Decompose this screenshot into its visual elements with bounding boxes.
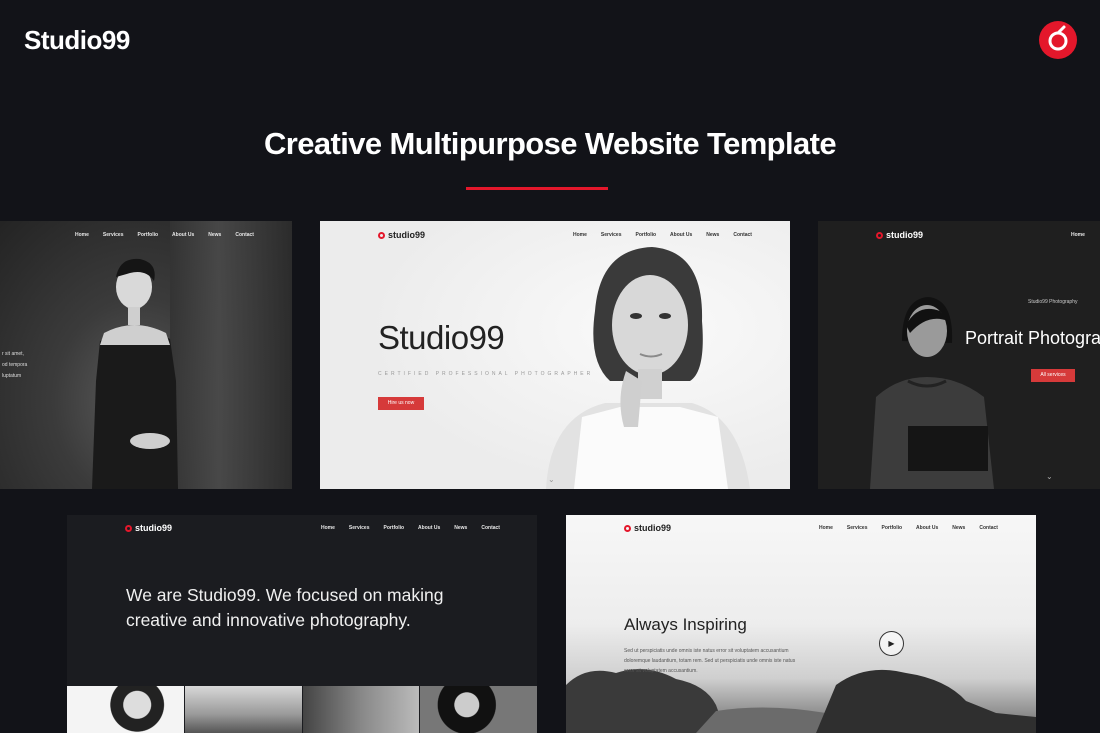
- nav-contact[interactable]: Contact: [235, 232, 254, 238]
- nav-portfolio[interactable]: Portfolio: [383, 525, 404, 531]
- chevron-down-icon[interactable]: ⌄: [548, 475, 555, 484]
- photo-thumb[interactable]: [420, 686, 537, 733]
- flower-logo-icon: [624, 524, 631, 532]
- nav-home[interactable]: Home: [1071, 232, 1085, 238]
- nav-contact[interactable]: Contact: [979, 525, 998, 531]
- play-icon[interactable]: ▶: [879, 631, 904, 656]
- headline-underline: [466, 187, 608, 190]
- hire-us-button[interactable]: Hire us now: [378, 397, 424, 410]
- portrait-photo: [818, 221, 1100, 489]
- nav-home[interactable]: Home: [819, 525, 833, 531]
- nav-home[interactable]: Home: [321, 525, 335, 531]
- preview-dark-fashion[interactable]: Home Services Portfolio About Us News Co…: [0, 221, 292, 489]
- preview-logo[interactable]: studio99: [378, 230, 425, 240]
- preview-nav: Home Services Portfolio About Us News Co…: [573, 232, 752, 238]
- section-title: Always Inspiring: [624, 615, 747, 634]
- nav-services[interactable]: Services: [103, 232, 124, 238]
- nav-news[interactable]: News: [706, 232, 719, 238]
- nav-contact[interactable]: Contact: [481, 525, 500, 531]
- flower-logo-icon: [125, 524, 132, 532]
- nav-services[interactable]: Services: [601, 232, 622, 238]
- nav-news[interactable]: News: [454, 525, 467, 531]
- nav-services[interactable]: Services: [349, 525, 370, 531]
- photo-thumb[interactable]: [184, 686, 302, 733]
- nav-contact[interactable]: Contact: [733, 232, 752, 238]
- nav-portfolio[interactable]: Portfolio: [635, 232, 656, 238]
- all-services-button[interactable]: All services: [1031, 369, 1075, 382]
- brand-logo[interactable]: Studio99: [24, 25, 130, 56]
- preview-nav: Home Services Portfolio About Us News Co…: [75, 232, 254, 238]
- nav-portfolio[interactable]: Portfolio: [881, 525, 902, 531]
- nav-news[interactable]: News: [952, 525, 965, 531]
- section-body: Sed ut perspiciatis unde omnis iste natu…: [624, 648, 796, 674]
- photo-strip: [67, 686, 537, 733]
- model-photo: [92, 258, 178, 489]
- preview-about-section[interactable]: studio99 Home Services Portfolio About U…: [67, 515, 537, 733]
- preview-nav: Home: [1071, 232, 1085, 238]
- nav-portfolio[interactable]: Portfolio: [137, 232, 158, 238]
- preview-nav: Home Services Portfolio About Us News Co…: [321, 525, 500, 531]
- preview-dark-portrait[interactable]: studio99 Home Studio99 Photography Portr…: [818, 221, 1100, 489]
- envato-badge-icon: [1039, 21, 1077, 59]
- chevron-down-icon[interactable]: ⌄: [1046, 472, 1053, 481]
- hero-partial-text: r sit amet, od tempora luptatum: [2, 351, 28, 379]
- preview-logo[interactable]: studio99: [624, 523, 671, 533]
- nav-about[interactable]: About Us: [418, 525, 440, 531]
- photo-thumb[interactable]: [67, 686, 184, 733]
- preview-logo[interactable]: studio99: [876, 230, 923, 240]
- preview-light-hero[interactable]: studio99 Home Services Portfolio About U…: [320, 221, 790, 489]
- hero-kicker: Studio99 Photography: [1028, 299, 1078, 305]
- preview-always-inspiring[interactable]: studio99 Home Services Portfolio About U…: [566, 515, 1036, 733]
- preview-nav: Home Services Portfolio About Us News Co…: [819, 525, 998, 531]
- nav-services[interactable]: Services: [847, 525, 868, 531]
- nav-home[interactable]: Home: [75, 232, 89, 238]
- page-headline: Creative Multipurpose Website Template: [263, 126, 837, 161]
- flower-logo-icon: [378, 231, 385, 239]
- flower-logo-icon: [876, 231, 883, 239]
- hero-title: Studio99: [378, 319, 505, 356]
- preview-logo[interactable]: studio99: [125, 523, 172, 533]
- about-statement: We are Studio99. We focused on making cr…: [126, 585, 444, 630]
- nav-home[interactable]: Home: [573, 232, 587, 238]
- nav-about[interactable]: About Us: [916, 525, 938, 531]
- nav-about[interactable]: About Us: [670, 232, 692, 238]
- hero-subtitle: CERTIFIED PROFESSIONAL PHOTOGRAPHER: [378, 371, 594, 377]
- nav-about[interactable]: About Us: [172, 232, 194, 238]
- nav-news[interactable]: News: [208, 232, 221, 238]
- hero-title: Portrait Photogra: [965, 328, 1100, 348]
- photo-thumb[interactable]: [302, 686, 420, 733]
